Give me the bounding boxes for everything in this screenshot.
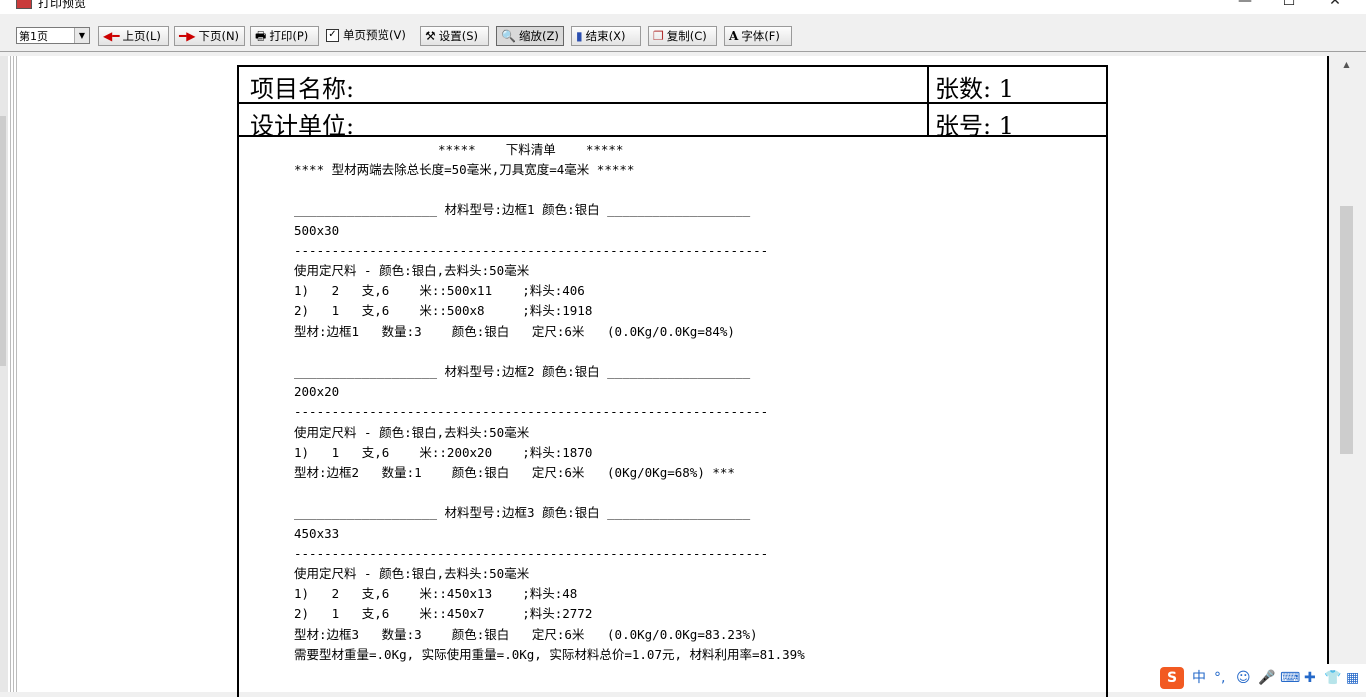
header-table: 项目名称: 张数: 1 设计单位: 张号: 1 bbox=[237, 65, 1108, 140]
report-line: ___________________ 材料型号:边框2 颜色:银白 _____… bbox=[294, 364, 751, 379]
copy-label: 复制(C) bbox=[666, 29, 707, 43]
font-icon: A bbox=[729, 29, 739, 43]
report-title: ***** 下料清单 ***** bbox=[438, 142, 624, 157]
font-button[interactable]: A 字体(F) bbox=[724, 26, 792, 46]
mic-icon[interactable]: 🎤 bbox=[1258, 664, 1275, 692]
settings-button[interactable]: ⚒ 设置(S) bbox=[420, 26, 489, 46]
header-row-project: 项目名称: 张数: 1 bbox=[239, 67, 1106, 104]
font-label: 字体(F) bbox=[741, 29, 780, 43]
sheet-number: 张号: 1 bbox=[935, 112, 1014, 140]
report-line: 2) 1 支,6 米::450x7 ;料头:2772 bbox=[294, 606, 593, 622]
report-line: ----------------------------------------… bbox=[294, 242, 769, 258]
print-button[interactable]: 🖶 打印(P) bbox=[250, 26, 319, 46]
copy-button[interactable]: ❐ 复制(C) bbox=[648, 26, 717, 46]
skin-icon[interactable]: 👕 bbox=[1324, 664, 1341, 692]
report-line: 1) 2 支,6 米::500x11 ;料头:406 bbox=[294, 283, 585, 299]
report-line: ___________________ 材料型号:边框1 颜色:银白 _____… bbox=[294, 202, 751, 218]
left-scrollbar-thumb[interactable] bbox=[0, 116, 6, 366]
report-line: 500x30 bbox=[294, 222, 340, 238]
app-icon bbox=[16, 0, 32, 9]
scroll-up-icon[interactable]: ▲ bbox=[1338, 56, 1355, 73]
zoom-icon: 🔍 bbox=[501, 29, 516, 43]
tools-icon[interactable]: ✚ bbox=[1304, 664, 1316, 692]
report-line bbox=[294, 342, 302, 362]
report-line: ___________________ 材料型号:边框3 颜色:银白 _____… bbox=[294, 505, 751, 521]
ime-tray: S 中 °, ☺ 🎤 ⌨ ✚ 👕 ▦ bbox=[1158, 664, 1366, 692]
close-button[interactable]: ✕ bbox=[1312, 0, 1358, 13]
report-line: 使用定尺料 - 颜色:银白,去料头:50毫米 bbox=[294, 424, 530, 440]
report-line: 型材:边框3 数量:3 颜色:银白 定尺:6米 (0.0Kg/0.0Kg=83.… bbox=[294, 626, 758, 642]
prev-page-button[interactable]: ◀━ 上页(L) bbox=[98, 26, 169, 46]
grid-icon[interactable]: ▦ bbox=[1346, 664, 1359, 692]
sogou-logo-icon[interactable]: S bbox=[1160, 667, 1184, 689]
title-bar: 打印预览 — ☐ ✕ bbox=[0, 0, 1366, 14]
chevron-down-icon[interactable]: ▼ bbox=[74, 28, 89, 43]
report-line: 1) 2 支,6 米::450x13 ;料头:48 bbox=[294, 586, 578, 602]
finish-button[interactable]: ▮ 结束(X) bbox=[571, 26, 641, 46]
page-select-value: 第1页 bbox=[19, 30, 48, 43]
project-name-label: 项目名称: bbox=[250, 75, 355, 103]
left-scrollbar[interactable] bbox=[0, 56, 8, 692]
vertical-scrollbar[interactable]: ▲ bbox=[1338, 56, 1355, 692]
window-title: 打印预览 bbox=[38, 0, 87, 10]
copy-icon: ❐ bbox=[653, 29, 664, 43]
single-page-checkbox[interactable]: ✓ bbox=[326, 29, 339, 42]
next-page-label: 下页(N) bbox=[198, 29, 240, 43]
page-border bbox=[1327, 56, 1329, 692]
page-select[interactable]: 第1页 ▼ bbox=[16, 27, 90, 44]
header-row-design: 设计单位: 张号: 1 bbox=[239, 104, 1106, 140]
report-line: 使用定尺料 - 颜色:银白,去料头:50毫米 bbox=[294, 566, 530, 581]
finish-label: 结束(X) bbox=[585, 29, 626, 43]
page-edge bbox=[10, 56, 18, 692]
zoom-button[interactable]: 🔍 缩放(Z) bbox=[496, 26, 564, 46]
toolbar: 第1页 ▼ ◀━ 上页(L) ━▶ 下页(N) 🖶 打印(P) ✓ 单页预览(V) ⚒… bbox=[0, 22, 1366, 50]
report-line: ----------------------------------------… bbox=[294, 404, 769, 420]
toolbar-divider bbox=[0, 51, 1366, 52]
report-line bbox=[294, 180, 302, 200]
maximize-button[interactable]: ☐ bbox=[1266, 0, 1312, 13]
report-line: **** 型材两端去除总长度=50毫米,刀具宽度=4毫米 ***** bbox=[294, 162, 635, 177]
report-line: 使用定尺料 - 颜色:银白,去料头:50毫米 bbox=[294, 263, 530, 278]
lang-toggle[interactable]: 中 bbox=[1192, 664, 1206, 692]
emoji-icon[interactable]: ☺ bbox=[1236, 664, 1251, 692]
next-page-button[interactable]: ━▶ 下页(N) bbox=[174, 26, 245, 46]
prev-page-label: 上页(L) bbox=[122, 29, 161, 43]
report-line: 型材:边框1 数量:3 颜色:银白 定尺:6米 (0.0Kg/0.0Kg=84%… bbox=[294, 323, 735, 339]
tools-icon: ⚒ bbox=[425, 29, 436, 43]
keyboard-icon[interactable]: ⌨ bbox=[1280, 664, 1300, 692]
report-line: 需要型材重量=.0Kg, 实际使用重量=.0Kg, 实际材料总价=1.07元, … bbox=[294, 646, 805, 662]
sheet-count: 张数: 1 bbox=[935, 75, 1014, 103]
minimize-button[interactable]: — bbox=[1222, 0, 1268, 13]
arrow-right-icon: ━▶ bbox=[179, 29, 196, 43]
single-page-label[interactable]: 单页预览(V) bbox=[343, 27, 406, 43]
zoom-label: 缩放(Z) bbox=[518, 29, 559, 43]
report-line: ----------------------------------------… bbox=[294, 545, 769, 561]
report-line: 型材:边框2 数量:1 颜色:银白 定尺:6米 (0Kg/0Kg=68%) **… bbox=[294, 465, 735, 480]
settings-label: 设置(S) bbox=[438, 29, 479, 43]
printer-icon: 🖶 bbox=[255, 29, 267, 43]
arrow-left-icon: ◀━ bbox=[103, 29, 120, 43]
exit-icon: ▮ bbox=[576, 29, 583, 43]
punct-toggle[interactable]: °, bbox=[1214, 664, 1225, 692]
scrollbar-thumb[interactable] bbox=[1340, 206, 1353, 454]
report-line: 2) 1 支,6 米::500x8 ;料头:1918 bbox=[294, 303, 593, 319]
print-label: 打印(P) bbox=[269, 29, 309, 43]
report-line: 450x33 bbox=[294, 525, 340, 541]
report-line bbox=[294, 483, 302, 503]
report-line: 1) 1 支,6 米::200x20 ;料头:1870 bbox=[294, 444, 593, 460]
design-unit-label: 设计单位: bbox=[250, 112, 355, 140]
report-line: 200x20 bbox=[294, 384, 340, 400]
